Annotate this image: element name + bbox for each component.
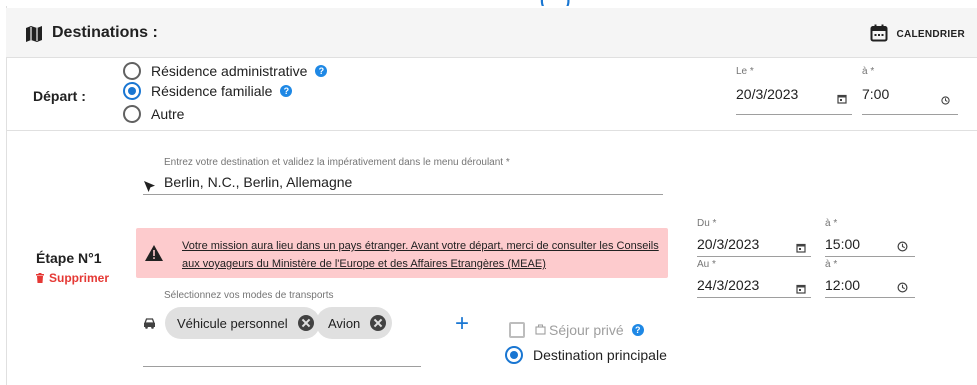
depart-time-field[interactable]: à * 7:00 xyxy=(862,66,958,116)
calendar-button-label: CALENDRIER xyxy=(896,28,965,40)
destinations-header: Destinations : CALENDRIER xyxy=(6,8,977,58)
depart-date-value[interactable]: 20/3/2023 xyxy=(736,86,798,102)
calendar-icon[interactable] xyxy=(837,91,847,107)
destination-value[interactable]: Berlin, N.C., Berlin, Allemagne xyxy=(164,174,352,190)
delete-label: Supprimer xyxy=(49,271,110,285)
radio-circle-selected[interactable] xyxy=(123,82,141,100)
radio-circle-selected[interactable] xyxy=(505,346,523,364)
map-icon xyxy=(25,26,43,45)
help-icon[interactable]: ? xyxy=(315,65,328,77)
field-underline xyxy=(825,256,915,257)
radio-label: Autre xyxy=(151,106,185,122)
radio-residence-administrative[interactable]: Résidence administrative ? xyxy=(123,62,328,80)
sejour-prive-label: Séjour privé xyxy=(549,322,624,338)
clock-icon[interactable] xyxy=(941,92,950,108)
alert-link[interactable]: Votre mission aura lieu dans un pays étr… xyxy=(182,237,662,273)
du-time-label: à * xyxy=(825,218,838,229)
clock-icon[interactable] xyxy=(897,239,908,255)
calendar-button[interactable]: CALENDRIER xyxy=(870,21,965,47)
help-icon[interactable]: ? xyxy=(631,324,644,336)
depart-date-field[interactable]: Le * 20/3/2023 xyxy=(736,66,852,116)
trash-icon xyxy=(36,273,44,283)
calendar-icon[interactable] xyxy=(796,281,806,297)
chip-label: Avion xyxy=(328,315,361,331)
chip-label: Véhicule personnel xyxy=(177,315,288,331)
calendar-icon xyxy=(870,24,888,45)
foreign-travel-alert: Votre mission aura lieu dans un pays étr… xyxy=(136,228,668,278)
car-icon xyxy=(143,316,156,332)
radio-label: Résidence administrative xyxy=(151,63,308,79)
destination-label: Entrez votre destination et validez la i… xyxy=(164,157,510,168)
field-underline xyxy=(736,114,852,115)
remove-chip-icon[interactable] xyxy=(297,315,314,331)
depart-time-value[interactable]: 7:00 xyxy=(862,86,889,102)
radio-label: Résidence familiale xyxy=(151,83,273,99)
remove-chip-icon[interactable] xyxy=(370,315,387,331)
depart-time-label: à * xyxy=(862,66,875,77)
section-title: Destinations : xyxy=(52,24,158,41)
radio-circle[interactable] xyxy=(123,105,141,123)
transport-modes-label: Sélectionnez vos modes de transports xyxy=(164,290,334,301)
du-time-field[interactable]: à * 15:00 xyxy=(825,218,915,258)
warning-icon xyxy=(145,245,163,264)
sejour-prive-checkbox-row[interactable]: Séjour privé ? xyxy=(509,322,644,338)
au-time-label: à * xyxy=(825,259,838,270)
radio-residence-familiale[interactable]: Résidence familiale ? xyxy=(123,82,293,100)
du-time-value[interactable]: 15:00 xyxy=(825,236,860,252)
transport-chip-avion[interactable]: Avion xyxy=(316,307,393,339)
delete-etape-button[interactable]: Supprimer xyxy=(36,271,109,285)
clock-icon[interactable] xyxy=(897,280,908,296)
radio-circle[interactable] xyxy=(123,62,141,80)
du-label: Du * xyxy=(697,218,717,229)
row-divider xyxy=(6,130,977,131)
au-label: Au * xyxy=(697,259,716,270)
radio-autre[interactable]: Autre xyxy=(123,105,184,123)
destination-field[interactable]: Entrez votre destination et validez la i… xyxy=(143,157,663,197)
field-underline xyxy=(862,114,958,115)
navigation-arrow-icon xyxy=(144,179,155,195)
radio-destination-principale[interactable]: Destination principale xyxy=(505,346,667,364)
transport-chip-vehicule[interactable]: Véhicule personnel xyxy=(165,307,320,339)
radio-label: Destination principale xyxy=(533,347,667,363)
suitcase-icon xyxy=(535,322,546,338)
field-underline xyxy=(825,297,915,298)
au-date-value[interactable]: 24/3/2023 xyxy=(697,277,759,293)
au-date-field[interactable]: Au * 24/3/2023 xyxy=(697,259,811,299)
field-underline xyxy=(697,297,811,298)
help-icon[interactable]: ? xyxy=(280,85,293,97)
add-transport-button[interactable]: + xyxy=(455,312,469,336)
depart-date-label: Le * xyxy=(736,66,754,77)
du-date-field[interactable]: Du * 20/3/2023 xyxy=(697,218,811,258)
calendar-icon[interactable] xyxy=(796,240,806,256)
au-time-value[interactable]: 12:00 xyxy=(825,277,860,293)
au-time-field[interactable]: à * 12:00 xyxy=(825,259,915,299)
depart-label: Départ : xyxy=(33,88,86,104)
field-underline xyxy=(143,366,421,367)
etape-label: Étape N°1 xyxy=(36,250,102,266)
sejour-prive-checkbox[interactable] xyxy=(509,322,525,338)
du-date-value[interactable]: 20/3/2023 xyxy=(697,236,759,252)
field-underline xyxy=(143,194,663,195)
field-underline xyxy=(697,256,811,257)
